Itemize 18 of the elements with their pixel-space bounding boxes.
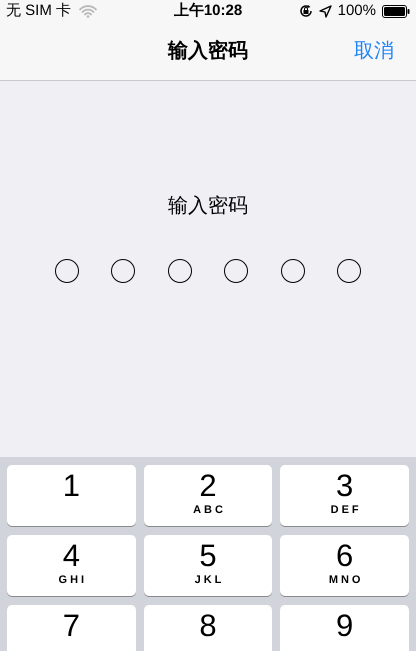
battery-icon (382, 4, 410, 18)
nav-title: 输入密码 (168, 38, 248, 64)
keypad-key[interactable]: 5 JKL (144, 535, 272, 596)
clock-time: 上午10:28 (174, 0, 242, 21)
keypad-key[interactable]: 6 MNO (280, 535, 409, 596)
rotation-lock-icon (298, 4, 313, 18)
location-icon (318, 4, 332, 18)
keypad-key[interactable]: 7 (7, 605, 136, 651)
keypad-key[interactable]: 9 (280, 605, 409, 651)
keypad-key[interactable]: 2 ABC (144, 465, 272, 526)
carrier-label: 无 SIM 卡 (6, 0, 72, 21)
passcode-prompt: 输入密码 (168, 194, 248, 219)
wifi-icon (79, 4, 98, 18)
keypad-key[interactable]: 3 DEF (280, 465, 409, 526)
keypad-key[interactable]: 1 (7, 465, 136, 526)
battery-percentage: 100% (338, 0, 376, 21)
keypad-key[interactable]: 4 GHI (7, 535, 136, 596)
keypad-key[interactable]: 8 (144, 605, 272, 651)
